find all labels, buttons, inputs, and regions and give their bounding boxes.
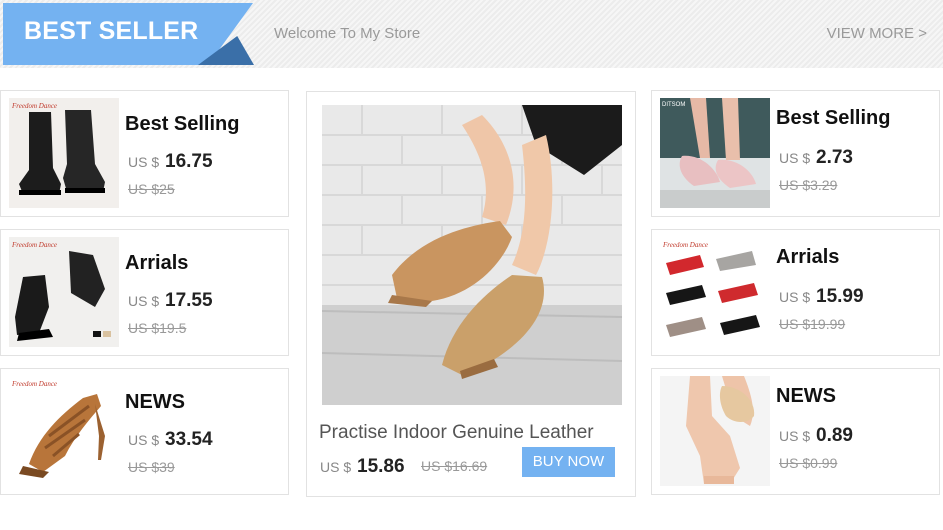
product-price: US $ 33.54 xyxy=(128,429,213,451)
view-more-link[interactable]: VIEW MORE > xyxy=(827,25,927,42)
product-price: US $ 15.99 xyxy=(779,286,864,308)
original-price: US $0.99 xyxy=(779,455,838,471)
product-title[interactable]: NEWS xyxy=(125,391,185,414)
product-image[interactable]: Freedom Dance xyxy=(9,376,119,486)
price-value: 2.73 xyxy=(816,147,853,168)
original-price: US $25 xyxy=(128,181,175,197)
featured-product-title[interactable]: Practise Indoor Genuine Leather xyxy=(319,422,594,444)
price-value: 15.99 xyxy=(816,286,864,307)
product-price: US $ 17.55 xyxy=(128,290,213,312)
product-card-right-1[interactable]: DITSOM Best Selling US $ 2.73 US $3.29 xyxy=(651,90,940,217)
currency-label: US $ xyxy=(779,150,811,166)
product-price: US $ 0.89 xyxy=(779,425,853,447)
brand-mark: Freedom Dance xyxy=(11,102,57,110)
price-value: 15.86 xyxy=(357,456,405,477)
brand-mark: Freedom Dance xyxy=(11,241,57,249)
currency-label: US $ xyxy=(128,432,160,448)
featured-original-price: US $16.69 xyxy=(421,458,488,474)
original-price: US $3.29 xyxy=(779,177,838,193)
product-title[interactable]: Best Selling xyxy=(125,113,239,136)
original-price: US $19.5 xyxy=(128,320,187,336)
currency-label: US $ xyxy=(779,289,811,305)
product-card-right-3[interactable]: NEWS US $ 0.89 US $0.99 xyxy=(651,368,940,495)
buy-now-button[interactable]: BUY NOW xyxy=(522,447,615,477)
black-jazz-shoes-image: Freedom Dance xyxy=(9,237,119,347)
ballroom-shoes-grid-image: Freedom Dance xyxy=(660,237,770,347)
original-price: US $19.99 xyxy=(779,316,846,332)
featured-product-image[interactable] xyxy=(322,105,622,405)
product-price: US $ 16.75 xyxy=(128,151,213,173)
brand-mark: Freedom Dance xyxy=(662,241,708,249)
price-value: 17.55 xyxy=(165,290,213,311)
badge-title: BEST SELLER xyxy=(24,17,199,45)
price-value: 0.89 xyxy=(816,425,853,446)
product-image[interactable]: DITSOM xyxy=(660,98,770,208)
product-title[interactable]: Best Selling xyxy=(776,107,890,130)
product-title[interactable]: Arrials xyxy=(125,252,188,275)
product-card-left-1[interactable]: Freedom Dance Best Selling US $ 16.75 US… xyxy=(0,90,289,217)
product-card-left-2[interactable]: Freedom Dance Arrials US $ 17.55 US $19.… xyxy=(0,229,289,356)
pink-ballet-slippers-image: DITSOM xyxy=(660,98,770,208)
product-image[interactable]: Freedom Dance xyxy=(660,237,770,347)
tan-latin-heel-image: Freedom Dance xyxy=(9,376,119,486)
price-value: 33.54 xyxy=(165,429,213,450)
product-image[interactable]: Freedom Dance xyxy=(9,237,119,347)
product-title[interactable]: NEWS xyxy=(776,385,836,408)
currency-label: US $ xyxy=(128,293,160,309)
tan-leather-jazz-shoes-image xyxy=(322,105,622,405)
product-card-right-2[interactable]: Freedom Dance Arrials US $ 15.99 US $19.… xyxy=(651,229,940,356)
brand-mark: DITSOM xyxy=(662,102,685,108)
product-price: US $ 2.73 xyxy=(779,147,853,169)
welcome-text: Welcome To My Store xyxy=(274,25,421,42)
featured-price: US $ 15.86 xyxy=(320,456,405,478)
price-value: 16.75 xyxy=(165,151,213,172)
product-title[interactable]: Arrials xyxy=(776,246,839,269)
brand-mark: Freedom Dance xyxy=(11,380,57,388)
product-card-left-3[interactable]: Freedom Dance NEWS US $ 33.54 US $39 xyxy=(0,368,289,495)
currency-label: US $ xyxy=(128,154,160,170)
product-image[interactable]: Freedom Dance xyxy=(9,98,119,208)
foot-paw-image xyxy=(660,376,770,486)
black-canvas-boots-image: Freedom Dance xyxy=(9,98,119,208)
featured-product-card: Practise Indoor Genuine Leather US $ 15.… xyxy=(306,91,636,497)
currency-label: US $ xyxy=(779,428,811,444)
header-banner: BEST SELLER Welcome To My Store VIEW MOR… xyxy=(0,0,943,68)
original-price: US $39 xyxy=(128,459,175,475)
product-image[interactable] xyxy=(660,376,770,486)
currency-label: US $ xyxy=(320,459,352,475)
